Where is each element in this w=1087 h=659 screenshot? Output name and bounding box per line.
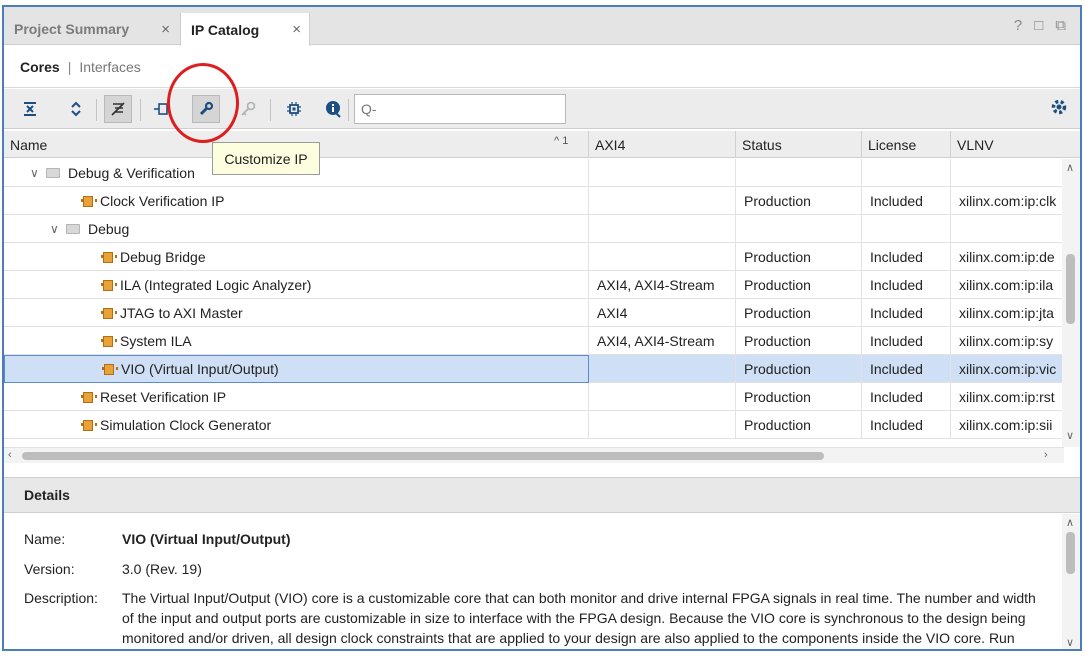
ip-core-icon xyxy=(100,306,117,320)
subtab-interfaces[interactable]: Interfaces xyxy=(79,59,140,75)
close-icon[interactable]: × xyxy=(161,21,170,38)
details-description-value: The Virtual Input/Output (VIO) core is a… xyxy=(122,590,1036,646)
column-header-axi4[interactable]: AXI4 xyxy=(589,131,736,158)
tab-project-summary[interactable]: Project Summary × xyxy=(4,13,178,45)
sort-indicator-icon: ^ 1 xyxy=(554,135,569,147)
table-row[interactable]: Reset Verification IP Production Include… xyxy=(4,383,1062,411)
window-controls: ? □ ⧉ xyxy=(1014,17,1066,34)
table-row-selected[interactable]: VIO (Virtual Input/Output) Production In… xyxy=(4,355,1062,383)
scroll-left-icon[interactable]: ‹ xyxy=(8,449,12,461)
details-vertical-scrollbar[interactable]: ∧ ∨ xyxy=(1062,514,1080,649)
ip-table: ∨ Debug & Verification Clock Verification… xyxy=(4,159,1062,447)
scroll-thumb[interactable] xyxy=(1066,254,1075,324)
table-row[interactable]: Simulation Clock Generator Production In… xyxy=(4,411,1062,439)
scroll-thumb[interactable] xyxy=(22,452,824,460)
details-name-value: VIO (Virtual Input/Output) xyxy=(122,531,291,547)
chevron-down-icon[interactable]: ∨ xyxy=(30,166,46,180)
table-row[interactable]: ILA (Integrated Logic Analyzer) AXI4, AX… xyxy=(4,271,1062,299)
tab-project-summary-label: Project Summary xyxy=(14,21,130,37)
collapse-all-icon[interactable] xyxy=(16,95,44,123)
tab-bar: Project Summary × IP Catalog × ? □ ⧉ xyxy=(4,7,1080,46)
ip-core-icon xyxy=(100,334,117,348)
settings-gear-icon[interactable] xyxy=(1050,98,1068,121)
details-version-label: Version: xyxy=(24,561,75,577)
table-row[interactable]: System ILA AXI4, AXI4-Stream Production … xyxy=(4,327,1062,355)
ip-core-icon xyxy=(101,362,118,376)
subtab-cores[interactable]: Cores xyxy=(20,59,60,75)
details-description-label: Description: xyxy=(24,590,98,606)
info-icon[interactable] xyxy=(320,95,348,123)
table-row[interactable]: JTAG to AXI Master AXI4 Production Inclu… xyxy=(4,299,1062,327)
subtab-separator: | xyxy=(67,58,72,75)
maximize-icon[interactable]: □ xyxy=(1034,17,1043,34)
search-icon: Q- xyxy=(361,101,377,117)
ip-core-icon xyxy=(100,278,117,292)
details-version-value: 3.0 (Rev. 19) xyxy=(122,561,202,577)
column-header-license[interactable]: License xyxy=(862,131,951,158)
ip-catalog-window: Project Summary × IP Catalog × ? □ ⧉ Cor… xyxy=(2,5,1082,651)
help-icon[interactable]: ? xyxy=(1014,17,1022,34)
float-icon[interactable]: ⧉ xyxy=(1055,17,1066,34)
details-header: Details xyxy=(4,477,1080,513)
ip-core-icon xyxy=(80,418,97,432)
scroll-thumb[interactable] xyxy=(1066,532,1075,574)
table-header: Name ^ 1 AXI4 Status License VLNV xyxy=(4,131,1080,158)
ip-core-icon xyxy=(80,194,97,208)
table-horizontal-scrollbar[interactable]: ‹ › xyxy=(4,447,1064,463)
subtab-bar: Cores | Interfaces xyxy=(4,46,1080,88)
scroll-up-icon[interactable]: ∧ xyxy=(1066,161,1074,174)
table-row[interactable]: ∨ Debug xyxy=(4,215,1062,243)
details-name-label: Name: xyxy=(24,531,66,547)
folder-icon xyxy=(46,168,60,178)
close-icon[interactable]: × xyxy=(292,21,301,38)
details-panel: Name: VIO (Virtual Input/Output) Version… xyxy=(4,514,1062,649)
table-row[interactable]: Debug Bridge Production Included xilinx.… xyxy=(4,243,1062,271)
tab-ip-catalog-label: IP Catalog xyxy=(191,21,260,38)
expand-all-icon[interactable] xyxy=(62,95,90,123)
search-input[interactable]: Q- xyxy=(354,94,566,124)
scroll-right-icon[interactable]: › xyxy=(1044,449,1048,461)
table-row[interactable]: Clock Verification IP Production Include… xyxy=(4,187,1062,215)
folder-icon xyxy=(66,224,80,234)
scroll-down-icon[interactable]: ∨ xyxy=(1066,429,1074,442)
table-vertical-scrollbar[interactable]: ∧ ∨ xyxy=(1062,159,1080,447)
scroll-up-icon[interactable]: ∧ xyxy=(1066,516,1074,529)
customize-ip-tooltip: Customize IP xyxy=(212,142,320,175)
tab-ip-catalog[interactable]: IP Catalog × xyxy=(180,13,310,46)
ip-chip-icon[interactable] xyxy=(280,95,308,123)
ip-core-icon xyxy=(100,250,117,264)
show-hierarchy-icon[interactable] xyxy=(104,95,132,123)
toolbar: Q- xyxy=(4,89,1080,129)
table-row[interactable]: ∨ Debug & Verification xyxy=(4,159,1062,187)
column-header-vlnv[interactable]: VLNV xyxy=(951,131,1080,158)
scroll-down-icon[interactable]: ∨ xyxy=(1066,636,1074,649)
column-header-status[interactable]: Status xyxy=(736,131,862,158)
annotation-circle xyxy=(167,63,239,143)
chevron-down-icon[interactable]: ∨ xyxy=(50,222,66,236)
ip-core-icon xyxy=(80,390,97,404)
